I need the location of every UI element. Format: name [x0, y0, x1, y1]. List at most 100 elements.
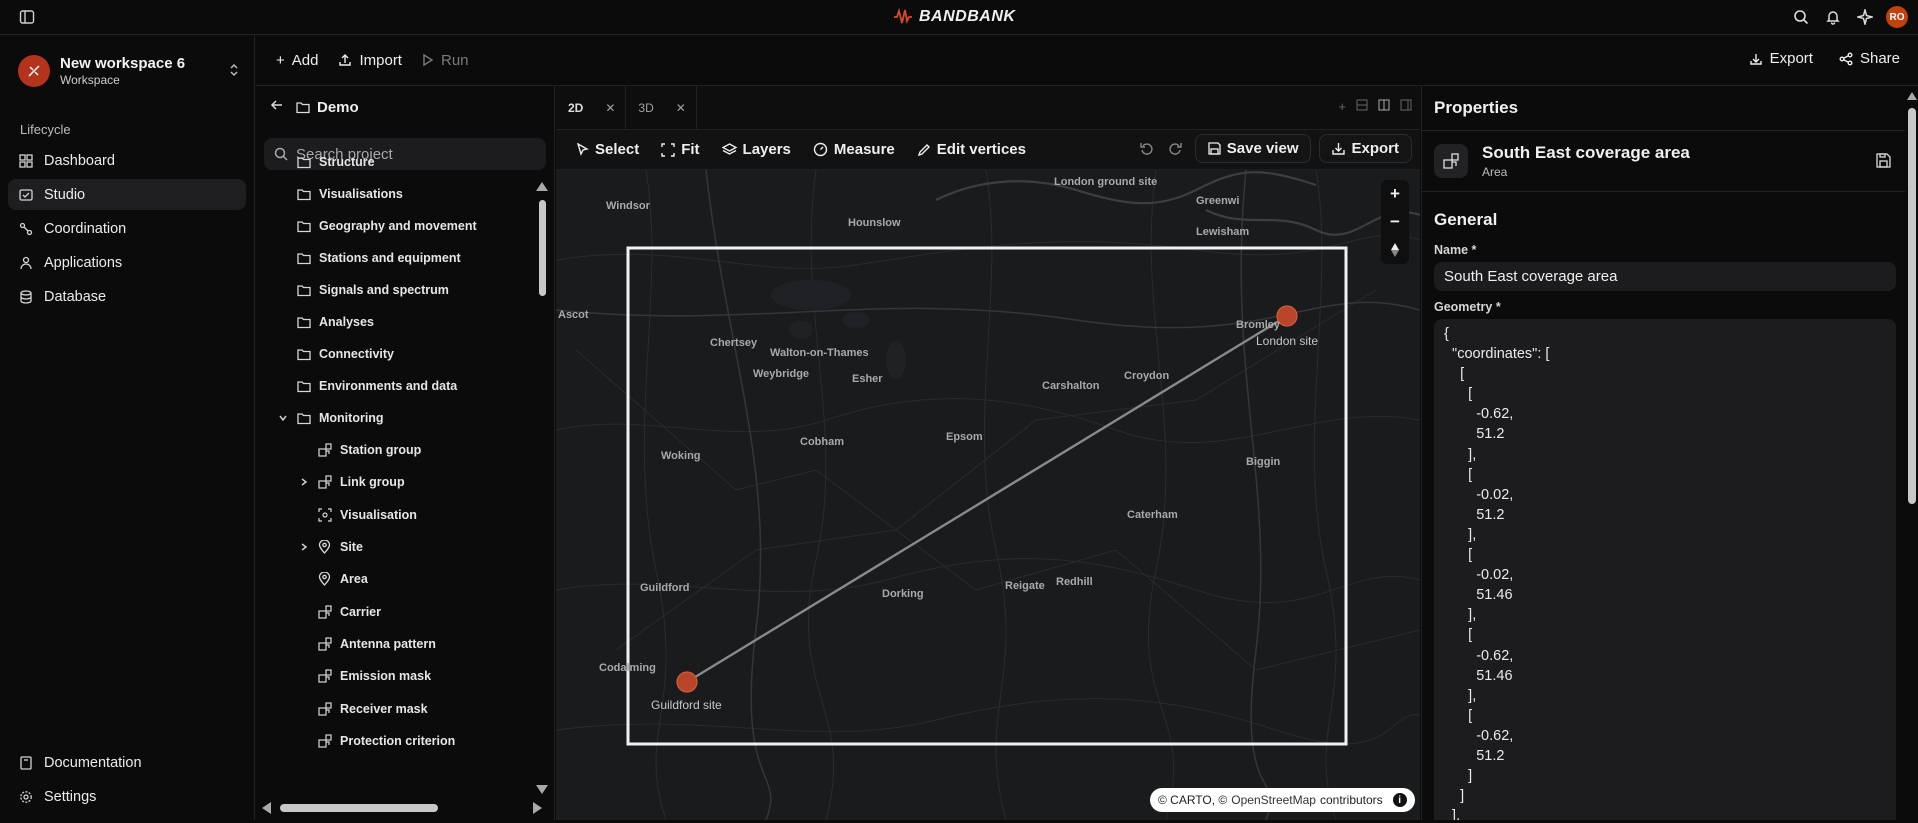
search-icon[interactable]	[1790, 6, 1812, 28]
attribution-contributors: contributors	[1319, 793, 1383, 807]
tab-2d[interactable]: 2D ✕	[556, 85, 627, 130]
nav-item-dashboard[interactable]: Dashboard	[8, 145, 246, 176]
tree-item[interactable]: Visualisation	[256, 499, 534, 531]
name-label: Name *	[1434, 243, 1477, 257]
tree-item[interactable]: Area	[256, 563, 534, 595]
tree-item[interactable]: Geography and movement	[256, 210, 534, 242]
tree-item-label: Station group	[340, 443, 422, 458]
close-icon[interactable]: ✕	[605, 101, 615, 115]
name-field[interactable]	[1434, 262, 1896, 291]
save-view-button[interactable]: Save view	[1194, 134, 1312, 163]
nav-item-documentation[interactable]: Documentation	[8, 747, 246, 778]
compass-icon	[1391, 243, 1399, 257]
run-button[interactable]: Run	[422, 52, 469, 69]
tree-item[interactable]: Signals and spectrum	[256, 274, 534, 306]
component-group-icon	[318, 605, 334, 619]
geometry-label: Geometry *	[1434, 300, 1501, 314]
properties-scrollbar[interactable]	[1905, 86, 1918, 820]
close-icon[interactable]: ✕	[676, 101, 686, 115]
nav-item-applications[interactable]: Applications	[8, 247, 246, 278]
save-icon	[1208, 142, 1221, 155]
panel-right-icon[interactable]	[1400, 99, 1412, 111]
geometry-editor[interactable]: { "coordinates": [ [ [ -0.62, 51.2 ], [ …	[1434, 319, 1896, 820]
plus-icon[interactable]: +	[1338, 99, 1346, 114]
tree-item[interactable]: Station group	[256, 434, 534, 466]
chevron-right-icon[interactable]	[296, 477, 312, 487]
workspace-switcher[interactable]: New workspace 6 Workspace	[18, 55, 240, 87]
tree-item-label: Connectivity	[319, 347, 395, 361]
tree-item[interactable]: Antenna pattern	[256, 628, 534, 660]
tree-item[interactable]: Site	[256, 531, 534, 563]
zoom-in-button[interactable]: +	[1381, 180, 1409, 208]
measure-tool-button[interactable]: Measure	[813, 141, 895, 158]
place-label: Lewisham	[1196, 226, 1250, 238]
tool-label: Measure	[833, 141, 895, 158]
edit-vertices-tool-button[interactable]: Edit vertices	[917, 141, 1026, 158]
tree-item[interactable]: Monitoring	[256, 402, 534, 434]
share-button[interactable]: Share	[1839, 50, 1900, 67]
split-vertical-icon[interactable]	[1378, 99, 1390, 111]
compass-reset-button[interactable]	[1381, 236, 1409, 264]
map-toolbar: Select Fit Layers Measure Edit vertices	[556, 130, 1420, 170]
tree-item[interactable]: Emission mask	[256, 660, 534, 692]
nav-item-label: Coordination	[44, 220, 127, 237]
tree-item[interactable]: Stations and equipment	[256, 242, 534, 274]
tree-item-label: Analyses	[319, 315, 374, 329]
download-icon	[1332, 143, 1346, 155]
map-export-button[interactable]: Export	[1319, 134, 1412, 163]
play-icon	[423, 53, 434, 67]
place-label: Windsor	[606, 200, 650, 212]
tree-item[interactable]: Visualisations	[256, 178, 534, 210]
tree-item[interactable]: Protection criterion	[256, 725, 534, 757]
place-label: Bromley	[1236, 319, 1281, 331]
import-button[interactable]: Import	[338, 52, 402, 69]
book-icon	[18, 755, 34, 771]
chevron-right-icon[interactable]	[296, 542, 312, 552]
tree-item[interactable]: Analyses	[256, 306, 534, 338]
sparkle-icon[interactable]	[1854, 6, 1876, 28]
place-label: Greenwi	[1196, 195, 1240, 207]
tree-item[interactable]: Structure	[256, 146, 534, 178]
export-button[interactable]: Export	[1749, 50, 1813, 67]
vertical-scrollbar[interactable]	[534, 178, 550, 798]
user-avatar[interactable]: RO	[1886, 6, 1908, 28]
nav-item-database[interactable]: Database	[8, 281, 246, 312]
tree-item[interactable]: Environments and data	[256, 370, 534, 402]
download-icon	[1749, 53, 1762, 65]
chevron-down-icon[interactable]	[275, 413, 291, 423]
select-tool-button[interactable]: Select	[576, 141, 639, 158]
attribution-carto: © CARTO, ©	[1158, 793, 1228, 807]
add-button[interactable]: + Add	[276, 52, 318, 69]
notification-bell-icon[interactable]	[1822, 6, 1844, 28]
sidebar-toggle-icon[interactable]	[16, 6, 38, 28]
place-label: Biggin	[1246, 456, 1281, 468]
attribution-osm-link[interactable]: OpenStreetMap	[1231, 793, 1316, 807]
undo-icon[interactable]	[1139, 141, 1154, 156]
nav-item-coordination[interactable]: Coordination	[8, 213, 246, 244]
place-label: Carshalton	[1042, 380, 1100, 392]
tab-3d[interactable]: 3D ✕	[626, 85, 697, 130]
save-icon[interactable]	[1876, 153, 1891, 171]
fit-tool-button[interactable]: Fit	[661, 141, 700, 158]
tool-label: Edit vertices	[936, 141, 1026, 158]
zoom-out-button[interactable]: −	[1381, 208, 1409, 236]
place-label: Redhill	[1056, 576, 1093, 588]
share-label: Share	[1859, 50, 1900, 67]
tree-item-label: Emission mask	[340, 669, 432, 684]
nav-item-studio[interactable]: Studio	[8, 179, 246, 210]
nav-item-settings[interactable]: Settings	[8, 781, 246, 812]
tree-item[interactable]: Receiver mask	[256, 692, 534, 724]
split-horizontal-icon[interactable]	[1356, 99, 1368, 111]
nav-section-label: Lifecycle	[20, 122, 71, 137]
tree-item[interactable]: Carrier	[256, 595, 534, 627]
redo-icon[interactable]	[1168, 141, 1183, 156]
tree-item[interactable]: Link group	[256, 466, 534, 498]
map-canvas[interactable]: London ground site Windsor Hounslow Greenwi…	[556, 170, 1420, 820]
horizontal-scrollbar[interactable]	[260, 800, 544, 816]
component-group-icon	[318, 734, 334, 748]
layers-tool-button[interactable]: Layers	[721, 141, 791, 158]
tree-item[interactable]: Connectivity	[256, 338, 534, 370]
info-icon[interactable]: i	[1392, 793, 1407, 807]
guildford-site-marker[interactable]	[676, 671, 698, 693]
back-arrow-icon[interactable]	[270, 98, 284, 116]
